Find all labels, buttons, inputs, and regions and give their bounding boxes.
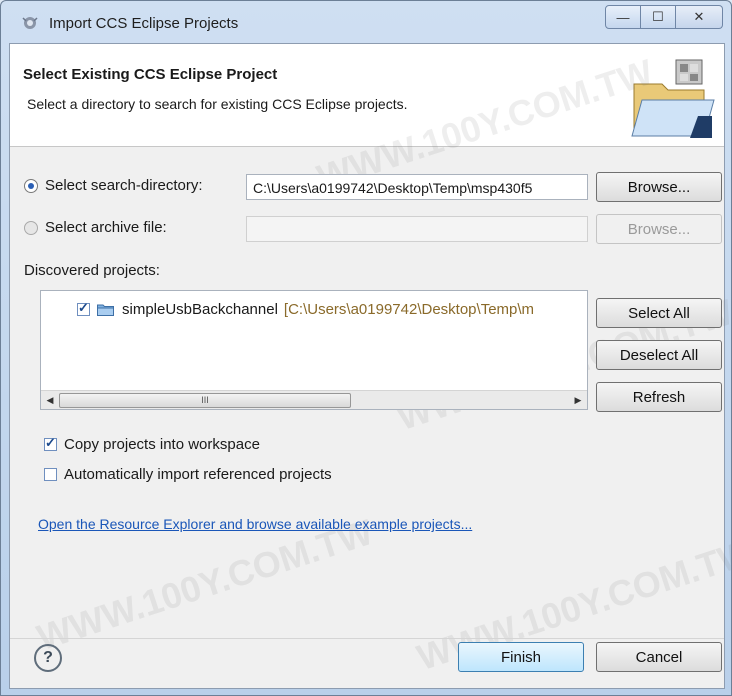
browse-archive-button[interactable]: Browse... [596,214,722,244]
banner-description: Select a directory to search for existin… [27,96,408,112]
project-name: simpleUsbBackchannel [122,301,278,318]
archive-file-radio-row[interactable]: Select archive file: [24,219,167,236]
search-directory-label: Select search-directory: [45,177,203,194]
resource-explorer-link[interactable]: Open the Resource Explorer and browse av… [38,516,472,532]
banner-title: Select Existing CCS Eclipse Project [23,66,278,83]
discovered-projects-list[interactable]: simpleUsbBackchannel [C:\Users\a0199742\… [40,290,588,410]
finish-button[interactable]: Finish [458,642,584,672]
help-icon[interactable]: ? [34,644,62,672]
scrollbar-thumb[interactable]: III [59,393,351,408]
auto-import-label: Automatically import referenced projects [64,466,332,483]
auto-import-option[interactable]: Automatically import referenced projects [44,466,332,483]
project-checkbox[interactable] [77,300,90,316]
search-directory-radio-row[interactable]: Select search-directory: [24,177,203,194]
search-directory-radio[interactable] [24,178,38,193]
copy-projects-checkbox[interactable] [44,435,57,451]
select-all-button[interactable]: Select All [596,298,722,328]
title-bar[interactable]: Import CCS Eclipse Projects — ☐ ✕ [1,1,731,43]
list-item[interactable]: simpleUsbBackchannel [C:\Users\a0199742\… [77,300,535,318]
minimize-button[interactable]: — [605,5,641,29]
maximize-button[interactable]: ☐ [641,5,676,29]
scroll-left-icon[interactable]: ◀ [41,391,59,409]
dialog-banner: Select Existing CCS Eclipse Project Sele… [10,44,724,147]
minimize-icon: — [616,9,630,25]
maximize-icon: ☐ [652,9,664,24]
close-button[interactable]: ✕ [676,5,723,29]
import-dialog-window: Import CCS Eclipse Projects — ☐ ✕ Select… [0,0,732,696]
deselect-all-button[interactable]: Deselect All [596,340,722,370]
copy-projects-option[interactable]: Copy projects into workspace [44,435,260,453]
dialog-content: Select Existing CCS Eclipse Project Sele… [9,43,731,689]
archive-file-label: Select archive file: [45,219,167,236]
archive-file-radio[interactable] [24,220,38,235]
project-folder-icon [97,304,114,316]
watermark-text: WWW.100Y.COM.TW [32,510,378,659]
eclipse-app-icon [22,17,38,29]
auto-import-checkbox[interactable] [44,468,57,481]
search-directory-field[interactable]: C:\Users\a0199742\Desktop\Temp\msp430f5 [246,174,588,200]
copy-projects-label: Copy projects into workspace [64,436,260,453]
cancel-button[interactable]: Cancel [596,642,722,672]
browse-directory-button[interactable]: Browse... [596,172,722,202]
close-icon: ✕ [693,9,705,24]
window-title: Import CCS Eclipse Projects [49,15,239,32]
refresh-button[interactable]: Refresh [596,382,722,412]
footer-separator [10,638,724,639]
project-path: [C:\Users\a0199742\Desktop\Temp\m [283,301,535,318]
horizontal-scrollbar[interactable]: ◀ III ▶ [41,390,587,409]
import-folder-icon [631,59,715,138]
scroll-right-icon[interactable]: ▶ [569,391,587,409]
archive-file-field[interactable] [246,216,588,242]
discovered-projects-label: Discovered projects: [24,262,160,279]
